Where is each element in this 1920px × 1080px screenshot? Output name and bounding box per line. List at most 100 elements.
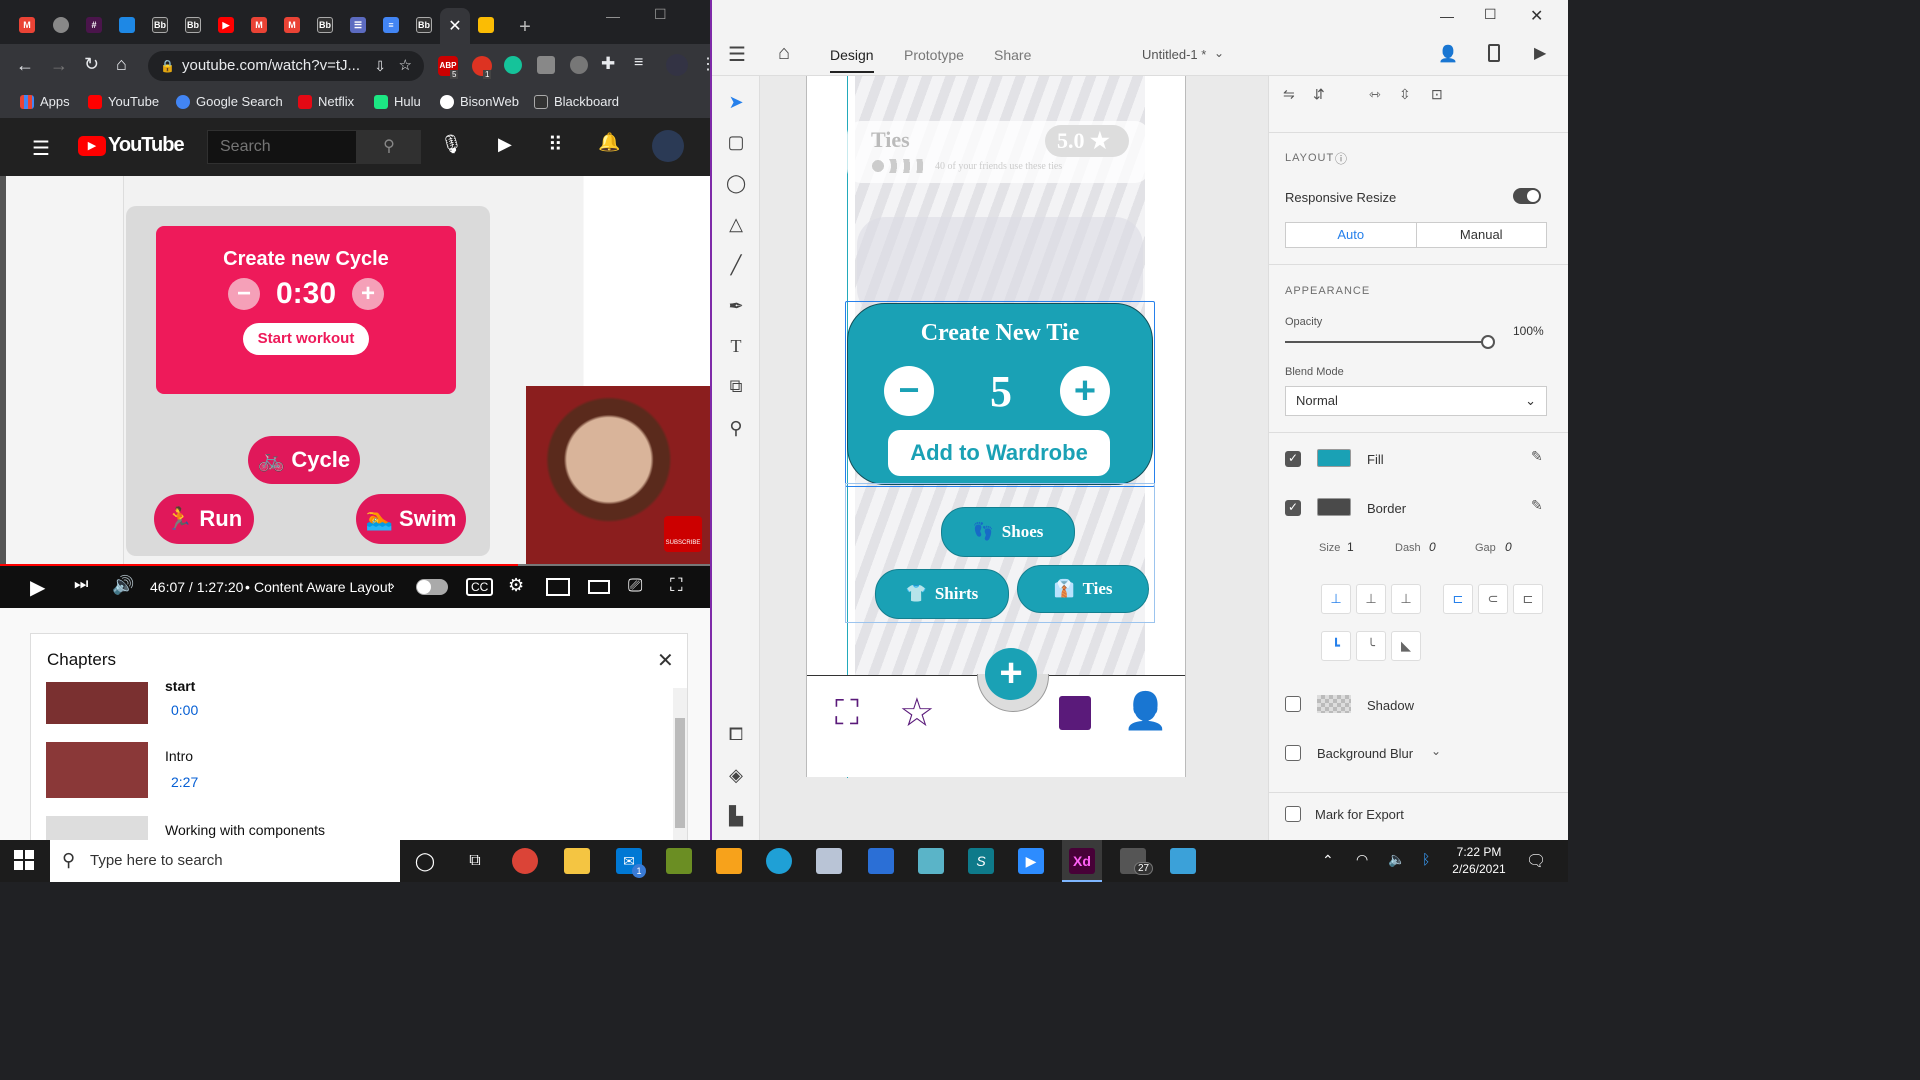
taskbar-search-box[interactable]: ⚲ Type here to search bbox=[50, 840, 400, 882]
user-avatar[interactable] bbox=[652, 130, 684, 162]
back-arrow-icon[interactable]: ← bbox=[16, 55, 34, 76]
stroke-outer-icon[interactable]: ⊥ bbox=[1391, 584, 1421, 614]
background-blur-checkbox[interactable] bbox=[1285, 745, 1301, 761]
video-player[interactable]: Create new Cycle − 0:30 + Start workout … bbox=[0, 176, 710, 608]
home-icon[interactable]: ⌂ bbox=[778, 42, 790, 65]
info-icon[interactable]: ⓘ bbox=[1335, 150, 1347, 167]
assets-icon[interactable]: ⧠ bbox=[726, 724, 746, 744]
search-button[interactable]: ⚲ bbox=[357, 130, 421, 164]
bookmark-hulu[interactable]: Hulu bbox=[374, 94, 421, 109]
puzzle-icon[interactable]: ✚ bbox=[601, 54, 615, 74]
script-app-icon[interactable]: S bbox=[968, 848, 994, 874]
bell-icon[interactable]: 🔔 bbox=[598, 132, 620, 153]
tab-bb1[interactable]: Bb bbox=[147, 14, 173, 36]
wifi-icon[interactable]: ◠ bbox=[1356, 851, 1368, 868]
app-icon[interactable] bbox=[666, 848, 692, 874]
blend-mode-select[interactable]: Normal ⌄ bbox=[1285, 386, 1547, 416]
hamburger-icon[interactable]: ☰ bbox=[728, 42, 746, 67]
install-icon[interactable]: ⇩ bbox=[374, 51, 386, 81]
microphone-icon[interactable]: 🎙 bbox=[440, 134, 463, 155]
tab-chrome[interactable] bbox=[48, 14, 74, 36]
theater-icon[interactable] bbox=[588, 580, 610, 594]
chapter-title[interactable]: Intro bbox=[165, 748, 193, 764]
tab-prototype[interactable]: Prototype bbox=[904, 47, 964, 63]
rectangle-icon[interactable]: ▢ bbox=[726, 132, 746, 152]
opacity-value[interactable]: 100% bbox=[1513, 324, 1544, 338]
cap-round-icon[interactable]: ⊂ bbox=[1478, 584, 1508, 614]
cap-square-icon[interactable]: ⊏ bbox=[1513, 584, 1543, 614]
tab-active-close[interactable]: ✕ bbox=[440, 8, 470, 44]
tab-share[interactable]: Share bbox=[994, 47, 1031, 63]
distribute-horizontal-icon[interactable]: ⇿ bbox=[1369, 86, 1381, 103]
tab-docs[interactable]: ≡ bbox=[378, 14, 404, 36]
join-bevel-icon[interactable]: ◣ bbox=[1391, 631, 1421, 661]
tab-store[interactable] bbox=[114, 14, 140, 36]
artboard-icon[interactable]: ⧉ bbox=[726, 376, 746, 396]
tab-gmail[interactable]: M bbox=[14, 14, 40, 36]
tab-list[interactable]: ☰ bbox=[345, 14, 371, 36]
paint-icon[interactable] bbox=[816, 848, 842, 874]
play-icon[interactable]: ▶ bbox=[1534, 43, 1546, 63]
flip-vertical-icon[interactable]: ⇵ bbox=[1313, 86, 1325, 103]
windows-start-icon[interactable] bbox=[14, 850, 34, 870]
reload-icon[interactable]: ↻ bbox=[84, 54, 99, 75]
profile-avatar[interactable] bbox=[666, 54, 688, 76]
xd-taskbar-active[interactable]: Xd bbox=[1062, 840, 1102, 882]
minimize-button[interactable]: — bbox=[1440, 8, 1454, 24]
task-view-icon[interactable]: ⧉ bbox=[462, 848, 488, 874]
close-icon[interactable]: ✕ bbox=[657, 648, 674, 673]
address-bar[interactable]: 🔒 youtube.com/watch?v=tJ... ⇩ ☆ bbox=[148, 51, 424, 81]
bookmark-youtube[interactable]: YouTube bbox=[88, 94, 159, 109]
dash-value[interactable]: 0 bbox=[1429, 540, 1436, 554]
bookmark-google[interactable]: Google Search bbox=[176, 94, 283, 109]
chevron-down-icon[interactable]: ⌄ bbox=[1214, 46, 1224, 60]
volume-icon[interactable]: 🔊 bbox=[112, 575, 134, 596]
close-window-button[interactable]: ✕ bbox=[1530, 6, 1543, 26]
zoom-icon[interactable]: ▶ bbox=[1018, 848, 1044, 874]
add-user-icon[interactable]: 👤 bbox=[1123, 690, 1168, 732]
chapter-thumbnail[interactable] bbox=[46, 682, 148, 724]
shadow-swatch[interactable] bbox=[1317, 695, 1351, 713]
bookmark-bisonweb[interactable]: BisonWeb bbox=[440, 94, 519, 109]
chevron-right-icon[interactable]: › bbox=[390, 577, 395, 593]
forward-arrow-icon[interactable]: → bbox=[50, 55, 68, 76]
autoplay-toggle[interactable] bbox=[416, 579, 448, 595]
tab-design[interactable]: Design bbox=[830, 47, 874, 73]
chapter-thumbnail[interactable] bbox=[46, 742, 148, 798]
chapter-title[interactable]: Working with components bbox=[165, 822, 325, 838]
settings-gear-icon[interactable]: ⚙ bbox=[508, 575, 524, 596]
chapter-time[interactable]: 2:27 bbox=[171, 774, 198, 790]
fullscreen-icon[interactable]: ⛶ bbox=[670, 575, 683, 596]
join-miter-icon[interactable]: ┗ bbox=[1321, 631, 1351, 661]
distribute-vertical-icon[interactable]: ⇳ bbox=[1399, 86, 1411, 103]
youtube-logo-icon[interactable]: ▶ bbox=[78, 136, 106, 156]
zoom-icon[interactable]: ⚲ bbox=[726, 418, 746, 438]
menu-icon[interactable]: ⋮ bbox=[700, 54, 710, 74]
calendar-icon[interactable] bbox=[868, 848, 894, 874]
document-title[interactable]: Untitled-1 * bbox=[1142, 47, 1206, 62]
tab-bb3[interactable]: Bb bbox=[312, 14, 338, 36]
maximize-button[interactable]: ☐ bbox=[1484, 6, 1497, 23]
select-arrow-icon[interactable]: ➤ bbox=[726, 92, 746, 112]
eyedropper-icon[interactable]: ✎ bbox=[1531, 448, 1543, 465]
chrome-taskbar-icon[interactable] bbox=[512, 848, 538, 874]
stroke-inner-icon[interactable]: ⊥ bbox=[1321, 584, 1351, 614]
tab-bb2[interactable]: Bb bbox=[180, 14, 206, 36]
discord-icon[interactable] bbox=[570, 56, 588, 74]
maximize-button[interactable]: ☐ bbox=[654, 6, 667, 23]
sitemap-icon[interactable]: ⛶ bbox=[835, 694, 859, 733]
fill-swatch[interactable] bbox=[1317, 449, 1351, 467]
shoes-button[interactable]: 👣 Shoes bbox=[941, 507, 1075, 557]
hamburger-icon[interactable]: ☰ bbox=[32, 136, 50, 161]
mark-for-export-checkbox[interactable] bbox=[1285, 806, 1301, 822]
close-icon[interactable]: ✕ bbox=[448, 16, 461, 36]
plugins-icon[interactable]: ▙ bbox=[726, 806, 746, 826]
line-icon[interactable]: ╱ bbox=[726, 255, 746, 275]
sublime-icon[interactable] bbox=[716, 848, 742, 874]
edge-icon[interactable] bbox=[766, 848, 792, 874]
miniplayer-icon[interactable] bbox=[546, 578, 570, 596]
join-round-icon[interactable]: ╰ bbox=[1356, 631, 1386, 661]
flip-horizontal-icon[interactable]: ⇋ bbox=[1283, 86, 1295, 103]
notifications-icon[interactable]: 🗨 bbox=[1526, 851, 1546, 871]
bookmark-apps[interactable]: Apps bbox=[20, 94, 70, 109]
